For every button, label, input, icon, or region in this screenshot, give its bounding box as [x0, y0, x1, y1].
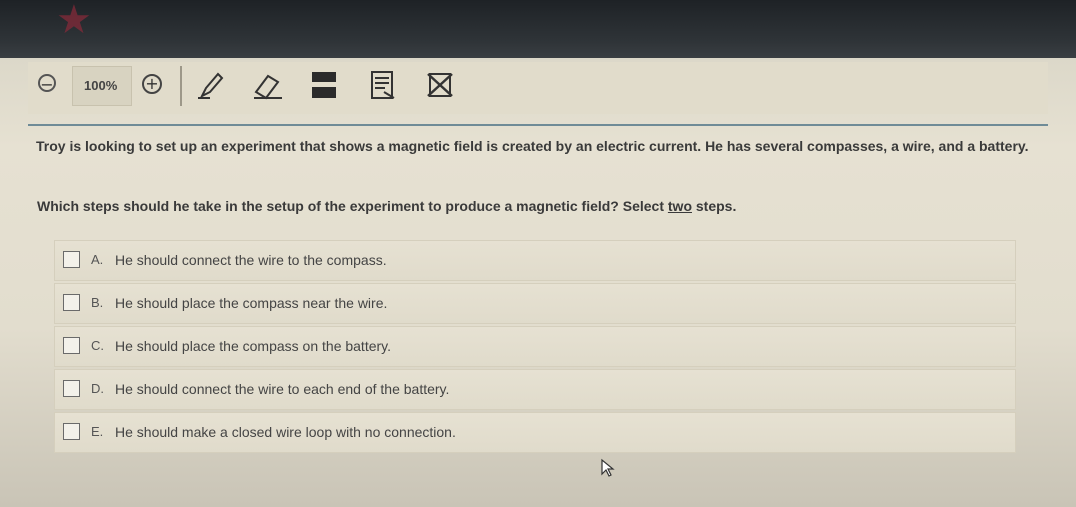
checkbox[interactable] [63, 294, 80, 311]
mouse-cursor-icon [601, 458, 615, 477]
question-prompt: Which steps should he take in the setup … [37, 198, 736, 214]
checkbox[interactable] [63, 251, 80, 268]
option-d[interactable]: D. He should connect the wire to each en… [54, 369, 1016, 410]
zoom-out-icon[interactable]: − [38, 74, 56, 94]
option-letter: E. [91, 424, 104, 439]
option-text: He should make a closed wire loop with n… [115, 424, 456, 440]
eraser-icon[interactable] [252, 70, 284, 100]
answer-options: A. He should connect the wire to the com… [54, 240, 1016, 455]
checkbox[interactable] [63, 380, 80, 397]
option-text: He should connect the wire to each end o… [115, 381, 450, 397]
option-letter: B. [91, 295, 104, 310]
option-letter: C. [91, 338, 104, 353]
prompt-emphasis: two [667, 198, 692, 214]
zoom-level: 100% [84, 78, 118, 93]
checkbox[interactable] [63, 337, 80, 354]
checkbox[interactable] [63, 423, 80, 440]
option-text: He should connect the wire to the compas… [115, 252, 387, 268]
option-letter: A. [91, 252, 104, 267]
toolbar-divider [180, 66, 182, 106]
option-text: He should place the compass on the batte… [115, 338, 392, 354]
option-c[interactable]: C. He should place the compass on the ba… [54, 326, 1016, 367]
line-reader-icon[interactable] [308, 70, 340, 100]
monitor-bezel: ★ [0, 0, 1076, 60]
notepad-icon[interactable] [366, 70, 398, 100]
pencil-icon[interactable] [196, 70, 228, 100]
option-b[interactable]: B. He should place the compass near the … [54, 283, 1016, 324]
prompt-text-after: steps. [692, 198, 737, 214]
prompt-text-before: Which steps should he take in the setup … [37, 198, 668, 214]
option-text: He should place the compass near the wir… [115, 295, 388, 311]
answer-eliminator-icon[interactable] [424, 70, 456, 100]
option-e[interactable]: E. He should make a closed wire loop wit… [54, 412, 1016, 453]
zoom-in-icon[interactable]: + [142, 74, 162, 94]
star-icon: ★ [56, 0, 92, 43]
option-a[interactable]: A. He should connect the wire to the com… [54, 240, 1016, 281]
question-stem: Troy is looking to set up an experiment … [36, 138, 1029, 154]
option-letter: D. [91, 381, 104, 396]
content-divider [28, 124, 1048, 126]
